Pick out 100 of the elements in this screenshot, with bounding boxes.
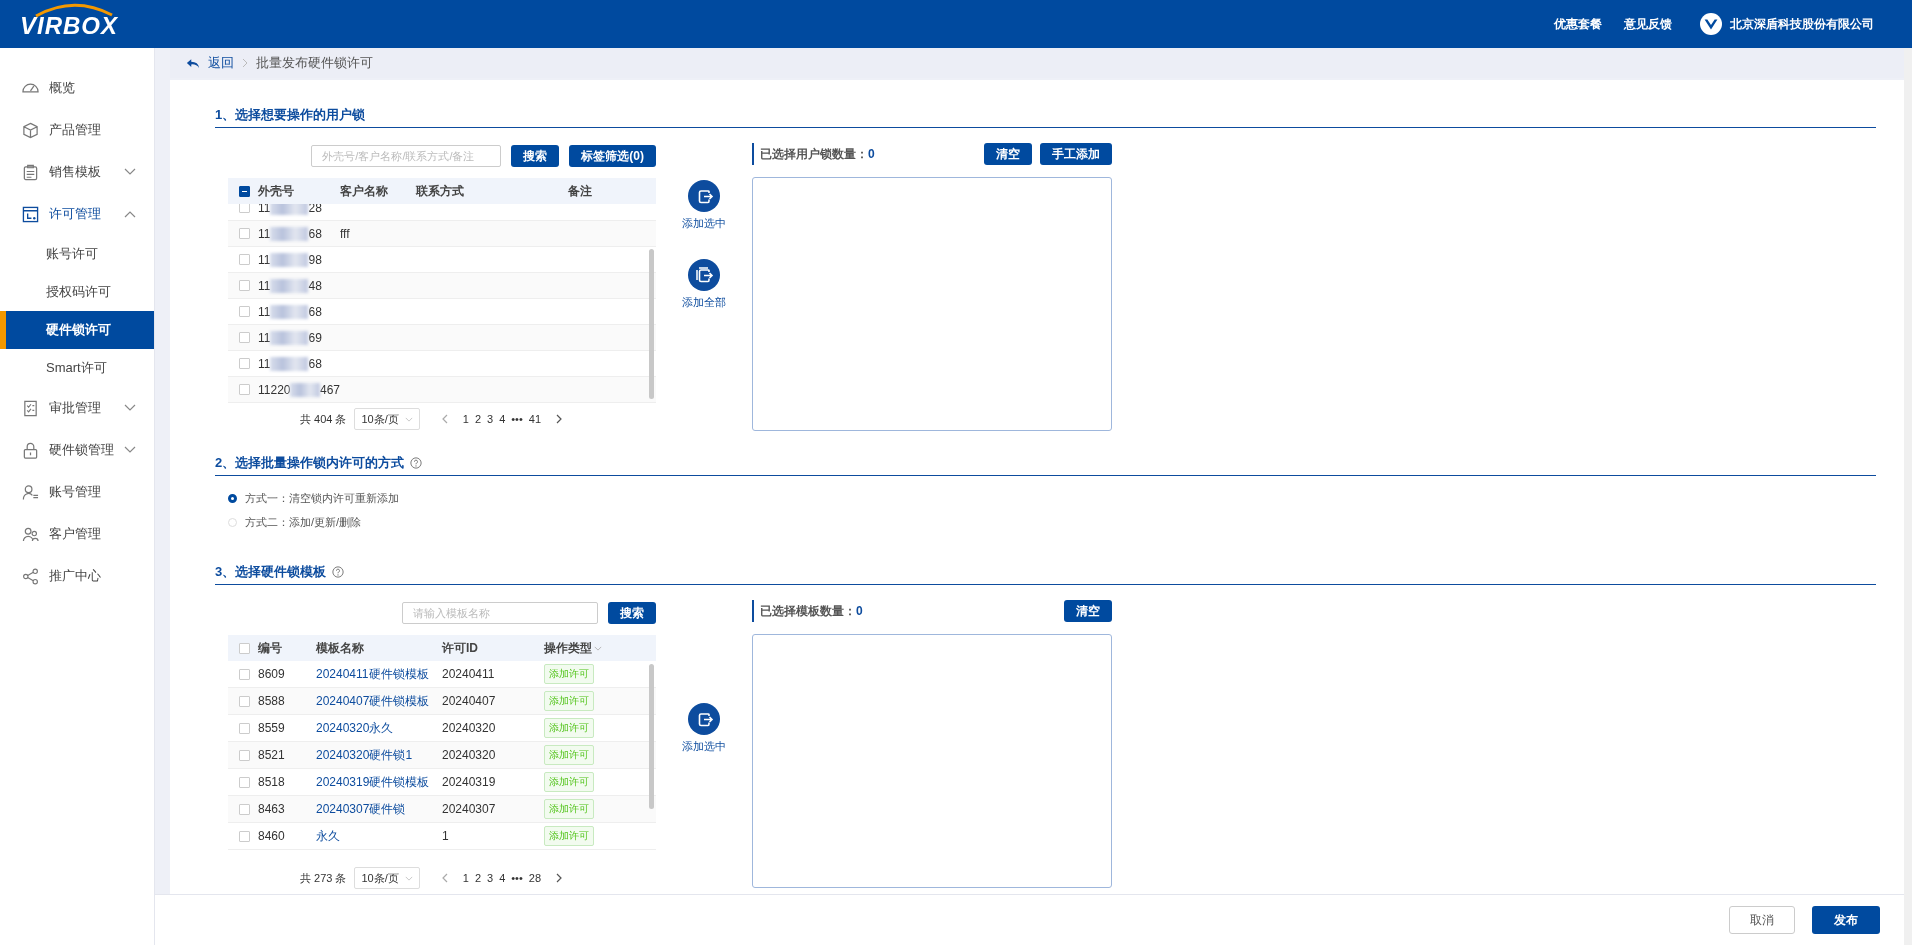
page-link[interactable]: 3 [487,872,494,884]
scrollbar-thumb[interactable] [649,249,654,399]
nav-item[interactable]: 产品管理 [0,109,154,151]
action-button[interactable]: 手工添加 [1040,143,1112,165]
next-page-icon[interactable] [556,873,563,883]
logo[interactable]: VIRBOX [20,12,118,40]
nav-label: 审批管理 [49,399,102,417]
nav-item[interactable]: 概览 [0,67,154,109]
header-link[interactable]: 意见反馈 [1624,15,1672,33]
action-button[interactable]: 搜索 [511,145,560,167]
serial-start: 11 [258,356,271,371]
table-cell-text: 20240411 [442,667,496,681]
template-link[interactable]: 20240320硬件锁1 [316,746,442,764]
previous-page-icon[interactable] [441,873,448,883]
action-button[interactable]: 搜索 [608,602,656,624]
nav-label: 概览 [49,79,76,97]
nav-subitem[interactable]: Smart许可 [0,349,154,387]
page-link[interactable]: 41 [528,413,542,425]
nav-item[interactable]: 许可管理 [0,193,154,235]
column-header: 外壳号 [258,182,295,200]
header-link[interactable]: 优惠套餐 [1554,15,1602,33]
page-link[interactable]: 2 [474,413,481,425]
scrollbar-thumb[interactable] [649,664,654,809]
help-icon[interactable] [332,566,345,578]
template-link[interactable]: 永久 [316,827,442,845]
search-field[interactable]: 请输入模板名称 [402,602,598,624]
cube-icon [22,121,39,139]
help-icon[interactable] [410,457,423,469]
nav-item[interactable]: 销售模板 [0,151,154,193]
template-link[interactable]: 20240320永久 [316,719,442,737]
back-icon[interactable] [186,57,200,69]
redaction-blur [270,304,309,319]
user-icon [22,483,39,501]
checkbox[interactable] [239,185,250,197]
page-link[interactable]: 4 [499,413,506,425]
nav-subitem[interactable]: 账号许可 [0,235,154,273]
redaction-blur [270,252,309,267]
table-cell-text: 8518 [258,775,286,789]
nav-item[interactable]: 推广中心 [0,555,154,597]
page-link[interactable]: ••• [511,872,523,884]
selected-count-label: 已选择用户锁数量： [760,145,868,163]
nav-subitem[interactable]: 硬件锁许可 [0,311,154,349]
page-size-select[interactable]: 10条/页 [354,408,420,430]
cancel-button[interactable]: 取消 [1729,906,1795,934]
template-link[interactable]: 20240411硬件锁模板 [316,665,442,683]
previous-page-icon[interactable] [441,414,448,424]
section-title: 1、选择想要操作的用户锁 [215,106,366,124]
page-link[interactable]: 3 [487,413,494,425]
column-header: 操作类型 [544,639,592,657]
page-link[interactable]: ••• [511,413,523,425]
users-icon [22,525,39,543]
breadcrumb-separator-icon [242,58,248,68]
table-cell-text: 8460 [258,829,286,843]
page-link[interactable]: 1 [462,872,469,884]
template-link[interactable]: 20240307硬件锁 [316,800,442,818]
caret-icon [404,875,413,881]
nav-item[interactable]: 硬件锁管理 [0,429,154,471]
operation-tag: 添加许可 [544,826,594,846]
template-link[interactable]: 20240319硬件锁模板 [316,773,442,791]
serial-end: 467 [319,382,340,397]
page-link[interactable]: 4 [499,872,506,884]
table-cell-text: 20240307 [442,802,497,816]
add-selected-icon[interactable] [688,180,720,212]
action-button[interactable]: 清空 [984,143,1032,165]
page-scrollbar[interactable] [1904,48,1912,945]
operation-tag: 添加许可 [544,718,594,738]
serial-end: 98 [308,252,322,267]
page-size-select[interactable]: 10条/页 [354,867,420,889]
redaction-blur [270,278,309,293]
nav-label: 产品管理 [49,121,102,139]
radio-button[interactable] [228,493,237,503]
filter-caret-icon[interactable] [594,645,602,651]
nav-subitem[interactable]: 授权码许可 [0,273,154,311]
company-name[interactable]: 北京深盾科技股份有限公司 [1730,15,1874,33]
operation-tag: 添加许可 [544,772,594,792]
company-avatar[interactable] [1700,13,1722,35]
nav-item[interactable]: 客户管理 [0,513,154,555]
radio-label: 方式二：添加/更新/删除 [245,514,362,530]
share-icon [22,567,39,585]
add-selected-icon[interactable] [688,703,720,735]
serial-end: 48 [308,278,322,293]
publish-button[interactable]: 发布 [1812,906,1880,934]
next-page-icon[interactable] [556,414,563,424]
radio-option[interactable]: 方式一：清空锁内许可重新添加 [228,486,1876,510]
template-link[interactable]: 20240407硬件锁模板 [316,692,442,710]
nav-label: 推广中心 [49,567,102,585]
nav-item[interactable]: 账号管理 [0,471,154,513]
nav-item[interactable]: 审批管理 [0,387,154,429]
page-link[interactable]: 1 [462,413,469,425]
radio-option[interactable]: 方式二：添加/更新/删除 [228,510,1876,534]
page-link[interactable]: 2 [474,872,481,884]
action-button[interactable]: 清空 [1064,600,1112,622]
add-all-icon[interactable] [688,259,720,291]
page-link[interactable]: 28 [528,872,542,884]
table-cell-text: 20240320 [442,721,497,735]
breadcrumb-current: 批量发布硬件锁许可 [256,54,373,72]
serial-end: 68 [308,304,322,319]
back-link[interactable]: 返回 [208,54,234,72]
action-button[interactable]: 标签筛选(0) [569,145,656,167]
total-count: 共 404 条 [300,411,347,427]
